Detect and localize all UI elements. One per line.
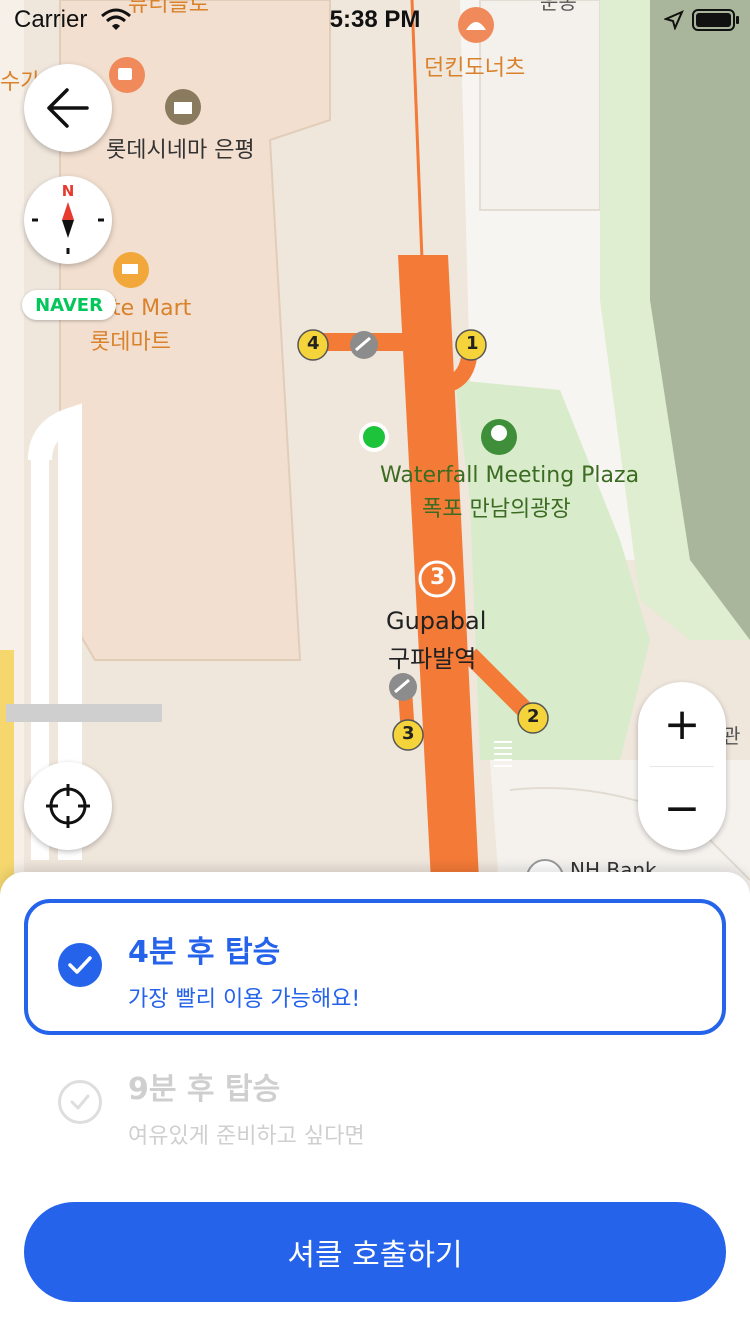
compass-button[interactable]: N [24, 176, 112, 264]
poi-label-lotte-mart-en[interactable]: te Mart [112, 296, 191, 321]
status-bar: Carrier 5:38 PM [0, 0, 750, 40]
location-arrow-icon [664, 10, 684, 30]
clock: 5:38 PM [329, 6, 421, 33]
locate-me-button[interactable] [24, 762, 112, 850]
boarding-option-2[interactable]: 9분 후 탑승 여유있게 준비하고 싶다면 [24, 1036, 726, 1172]
poi-label-plaza-ko[interactable]: 폭포 만남의광장 [422, 491, 571, 523]
check-circle-icon[interactable] [58, 1080, 102, 1124]
option-2-title: 9분 후 탑승 [128, 1072, 281, 1107]
option-1-title: 4분 후 탑승 [128, 935, 281, 970]
bottom-sheet: 4분 후 탑승 가장 빨리 이용 가능해요! 9분 후 탑승 여유있게 준비하고… [0, 872, 750, 1334]
exit-3-label[interactable]: 3 [402, 723, 415, 744]
crosshair-icon [46, 784, 90, 828]
poi-label-dunkin[interactable]: 던킨도너츠 [424, 50, 525, 82]
call-shuttle-button[interactable]: 셔클 호출하기 [24, 1202, 726, 1302]
compass-n-letter: N [62, 182, 75, 200]
poi-label-lotte-mart-ko[interactable]: 롯데마트 [90, 324, 171, 356]
zoom-out-button[interactable]: − [638, 766, 726, 850]
line3-number: 3 [430, 565, 446, 590]
compass-icon: N [32, 182, 104, 254]
naver-logo: NAVER [22, 290, 116, 320]
check-circle-icon[interactable] [58, 943, 102, 987]
poi-label-lotte-cinema[interactable]: 롯데시네마 은평 [106, 132, 255, 164]
exit-1-label[interactable]: 1 [466, 333, 479, 354]
poi-label-plaza-en[interactable]: Waterfall Meeting Plaza [380, 463, 639, 488]
exit-2-label[interactable]: 2 [527, 706, 540, 727]
arrow-left-icon [47, 88, 89, 128]
battery-icon [692, 9, 739, 31]
option-1-subtitle: 가장 빨리 이용 가능해요! [128, 987, 361, 1012]
zoom-control: + − [638, 682, 726, 850]
exit-4-label[interactable]: 4 [307, 333, 320, 354]
boarding-option-1[interactable]: 4분 후 탑승 가장 빨리 이용 가능해요! [24, 899, 726, 1035]
back-button[interactable] [24, 64, 112, 152]
exit-markers [297, 329, 549, 751]
station-label-en[interactable]: Gupabal [386, 607, 486, 635]
zoom-in-button[interactable]: + [638, 682, 726, 766]
option-2-subtitle: 여유있게 준비하고 싶다면 [128, 1124, 365, 1149]
station-label-ko[interactable]: 구파발역 [388, 639, 476, 674]
